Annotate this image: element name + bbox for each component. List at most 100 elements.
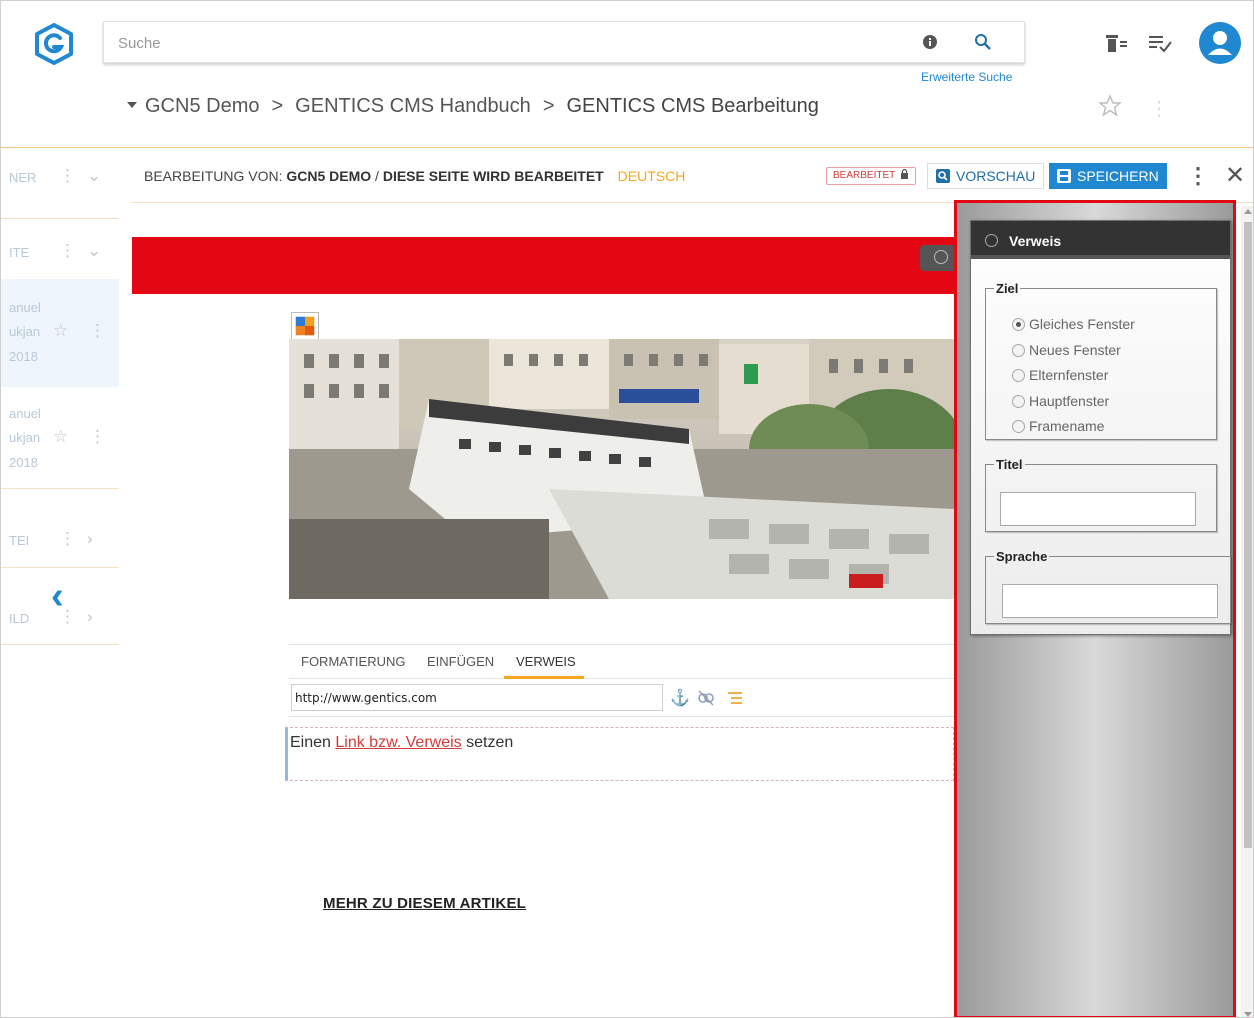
radio-new-window[interactable]: Neues Fenster [1012,342,1121,358]
tab-formatierung[interactable]: FORMATIERUNG [301,654,405,669]
favourite-star-icon[interactable] [1098,94,1122,118]
editor-text-after: setzen [461,734,514,751]
folder-sidebar: NER ⋮ ⌄ ITE ⋮ ⌄ anuel ukjan 2018 ☆ ⋮ anu… [1,149,119,1017]
radio-unchecked-icon[interactable] [1012,420,1025,433]
list-item-line: ukjan [9,324,41,339]
link-properties-panel: Verweis Ziel Gleiches Fenster Neues Fens… [970,220,1231,635]
radio-top-window[interactable]: Hauptfenster [1012,393,1109,409]
edit-page-name: DIESE SEITE WIRD BEARBEITET [382,168,604,184]
breadcrumb-node[interactable]: GCN5 Demo [145,95,259,117]
link-list-icon[interactable] [726,689,744,707]
title-input[interactable] [1000,492,1196,526]
page-scrollbar[interactable] [1241,206,1253,1017]
save-disk-icon [1057,169,1071,183]
language-legend: Sprache [996,549,1048,564]
scroll-up-arrow-icon[interactable] [1244,209,1252,214]
radio-same-window[interactable]: Gleiches Fenster [1012,316,1135,332]
more-icon[interactable]: ⋮ [59,241,76,261]
chevron-down-icon[interactable]: ⌄ [87,241,101,261]
scrollbar-thumb[interactable] [1244,222,1252,848]
more-article-link[interactable]: MEHR ZU DIESEM ARTIKEL [323,895,526,912]
search-bar [103,21,1025,63]
divider [1,488,119,489]
radio-framename[interactable]: Framename [1012,418,1104,434]
radio-label: Elternfenster [1029,367,1109,383]
link-toolbar: ⚓ [289,681,954,717]
chevron-right-icon[interactable]: › [87,529,93,549]
more-icon[interactable]: ⋮ [1187,163,1209,189]
target-legend: Ziel [996,281,1019,296]
chevron-down-icon[interactable]: ⌄ [87,166,101,186]
more-icon[interactable]: ⋮ [89,321,106,341]
collapse-circle-icon[interactable] [985,234,998,247]
more-icon[interactable]: ⋮ [59,529,76,549]
more-icon[interactable]: ⋮ [89,427,106,447]
title-legend: Titel [996,457,1023,472]
scroll-down-arrow-icon[interactable] [1244,1012,1252,1017]
image-edit-icon[interactable] [291,312,319,340]
radio-label: Framename [1029,418,1105,434]
panel-title: Verweis [1009,233,1062,249]
save-button-label: SPEICHERN [1077,168,1159,184]
chevron-right-icon: > [271,95,284,117]
star-icon[interactable]: ☆ [53,427,68,447]
sidebar-section-label: ITE [9,245,30,260]
radio-unchecked-icon[interactable] [1012,344,1025,357]
building-photo[interactable] [289,339,954,599]
search-icon[interactable] [974,33,992,51]
more-icon[interactable]: ⋮ [59,166,76,186]
preview-button[interactable]: VORSCHAU [927,163,1045,189]
star-icon[interactable]: ☆ [53,321,68,341]
language-label[interactable]: DEUTSCH [618,168,686,184]
chevron-right-icon[interactable]: › [87,607,93,627]
sidebar-section-label: ILD [9,611,30,626]
cms-app-window: Erweiterte Suche GCN5 Demo > GENTICS CMS H… [0,0,1254,1018]
search-input[interactable] [118,32,878,54]
active-tab-indicator [504,676,584,679]
editable-text-block[interactable]: Einen Link bzw. Verweis setzen [285,727,954,781]
top-header: Erweiterte Suche GCN5 Demo > GENTICS CMS H… [1,1,1253,148]
breadcrumb-current[interactable]: GENTICS CMS Bearbeitung [567,95,819,117]
radio-unchecked-icon[interactable] [1012,395,1025,408]
sidebar-section-label: NER [9,170,37,185]
target-fieldset: Ziel Gleiches Fenster Neues Fenster Elte… [985,281,1217,440]
wastebin-icon[interactable] [1104,31,1130,55]
more-icon[interactable]: ⋮ [1149,96,1169,121]
advanced-search-link[interactable]: Erweiterte Suche [921,70,1012,84]
close-icon[interactable]: ✕ [1225,161,1245,190]
user-avatar-icon[interactable] [1199,22,1241,64]
status-badge: BEARBEITET [826,167,916,185]
editor-link[interactable]: Link bzw. Verweis [335,734,461,751]
tab-einfuegen[interactable]: EINFÜGEN [427,654,494,669]
message-list-icon[interactable] [1147,31,1173,55]
divider [1,644,119,645]
language-input[interactable] [1002,584,1218,618]
lock-icon [900,168,908,179]
radio-label: Neues Fenster [1029,342,1121,358]
gentics-logo[interactable] [33,23,75,65]
radio-unchecked-icon[interactable] [1012,369,1025,382]
collapse-sidebar-chevron-left-icon[interactable]: ‹ [51,575,64,618]
caret-down-icon[interactable] [127,101,137,108]
edit-toolbar: BEARBEITUNG VON: GCN5 DEMO / DIESE SEITE… [131,149,1253,203]
edit-separator: / [375,168,379,184]
chevron-right-icon: > [542,95,555,117]
title-fieldset: Titel [985,457,1217,532]
breadcrumb-folder[interactable]: GENTICS CMS Handbuch [295,95,531,117]
toggle-panel-button[interactable] [920,245,954,271]
breadcrumb: GCN5 Demo > GENTICS CMS Handbuch > GENTICS C… [127,95,819,118]
panel-header[interactable]: Verweis [971,221,1230,259]
save-button[interactable]: SPEICHERN [1049,163,1167,189]
link-url-input[interactable] [291,684,663,711]
editor-text-before: Einen [290,734,336,751]
page-header-banner [132,237,954,294]
info-icon[interactable] [922,34,938,50]
remove-link-icon[interactable] [697,689,715,707]
anchor-icon[interactable]: ⚓ [670,688,690,708]
radio-checked-icon[interactable] [1012,318,1025,331]
preview-icon [936,169,950,183]
tab-verweis[interactable]: VERWEIS [516,654,576,669]
radio-parent-window[interactable]: Elternfenster [1012,367,1108,383]
divider [1,218,119,219]
toggle-circle-icon [934,250,948,264]
